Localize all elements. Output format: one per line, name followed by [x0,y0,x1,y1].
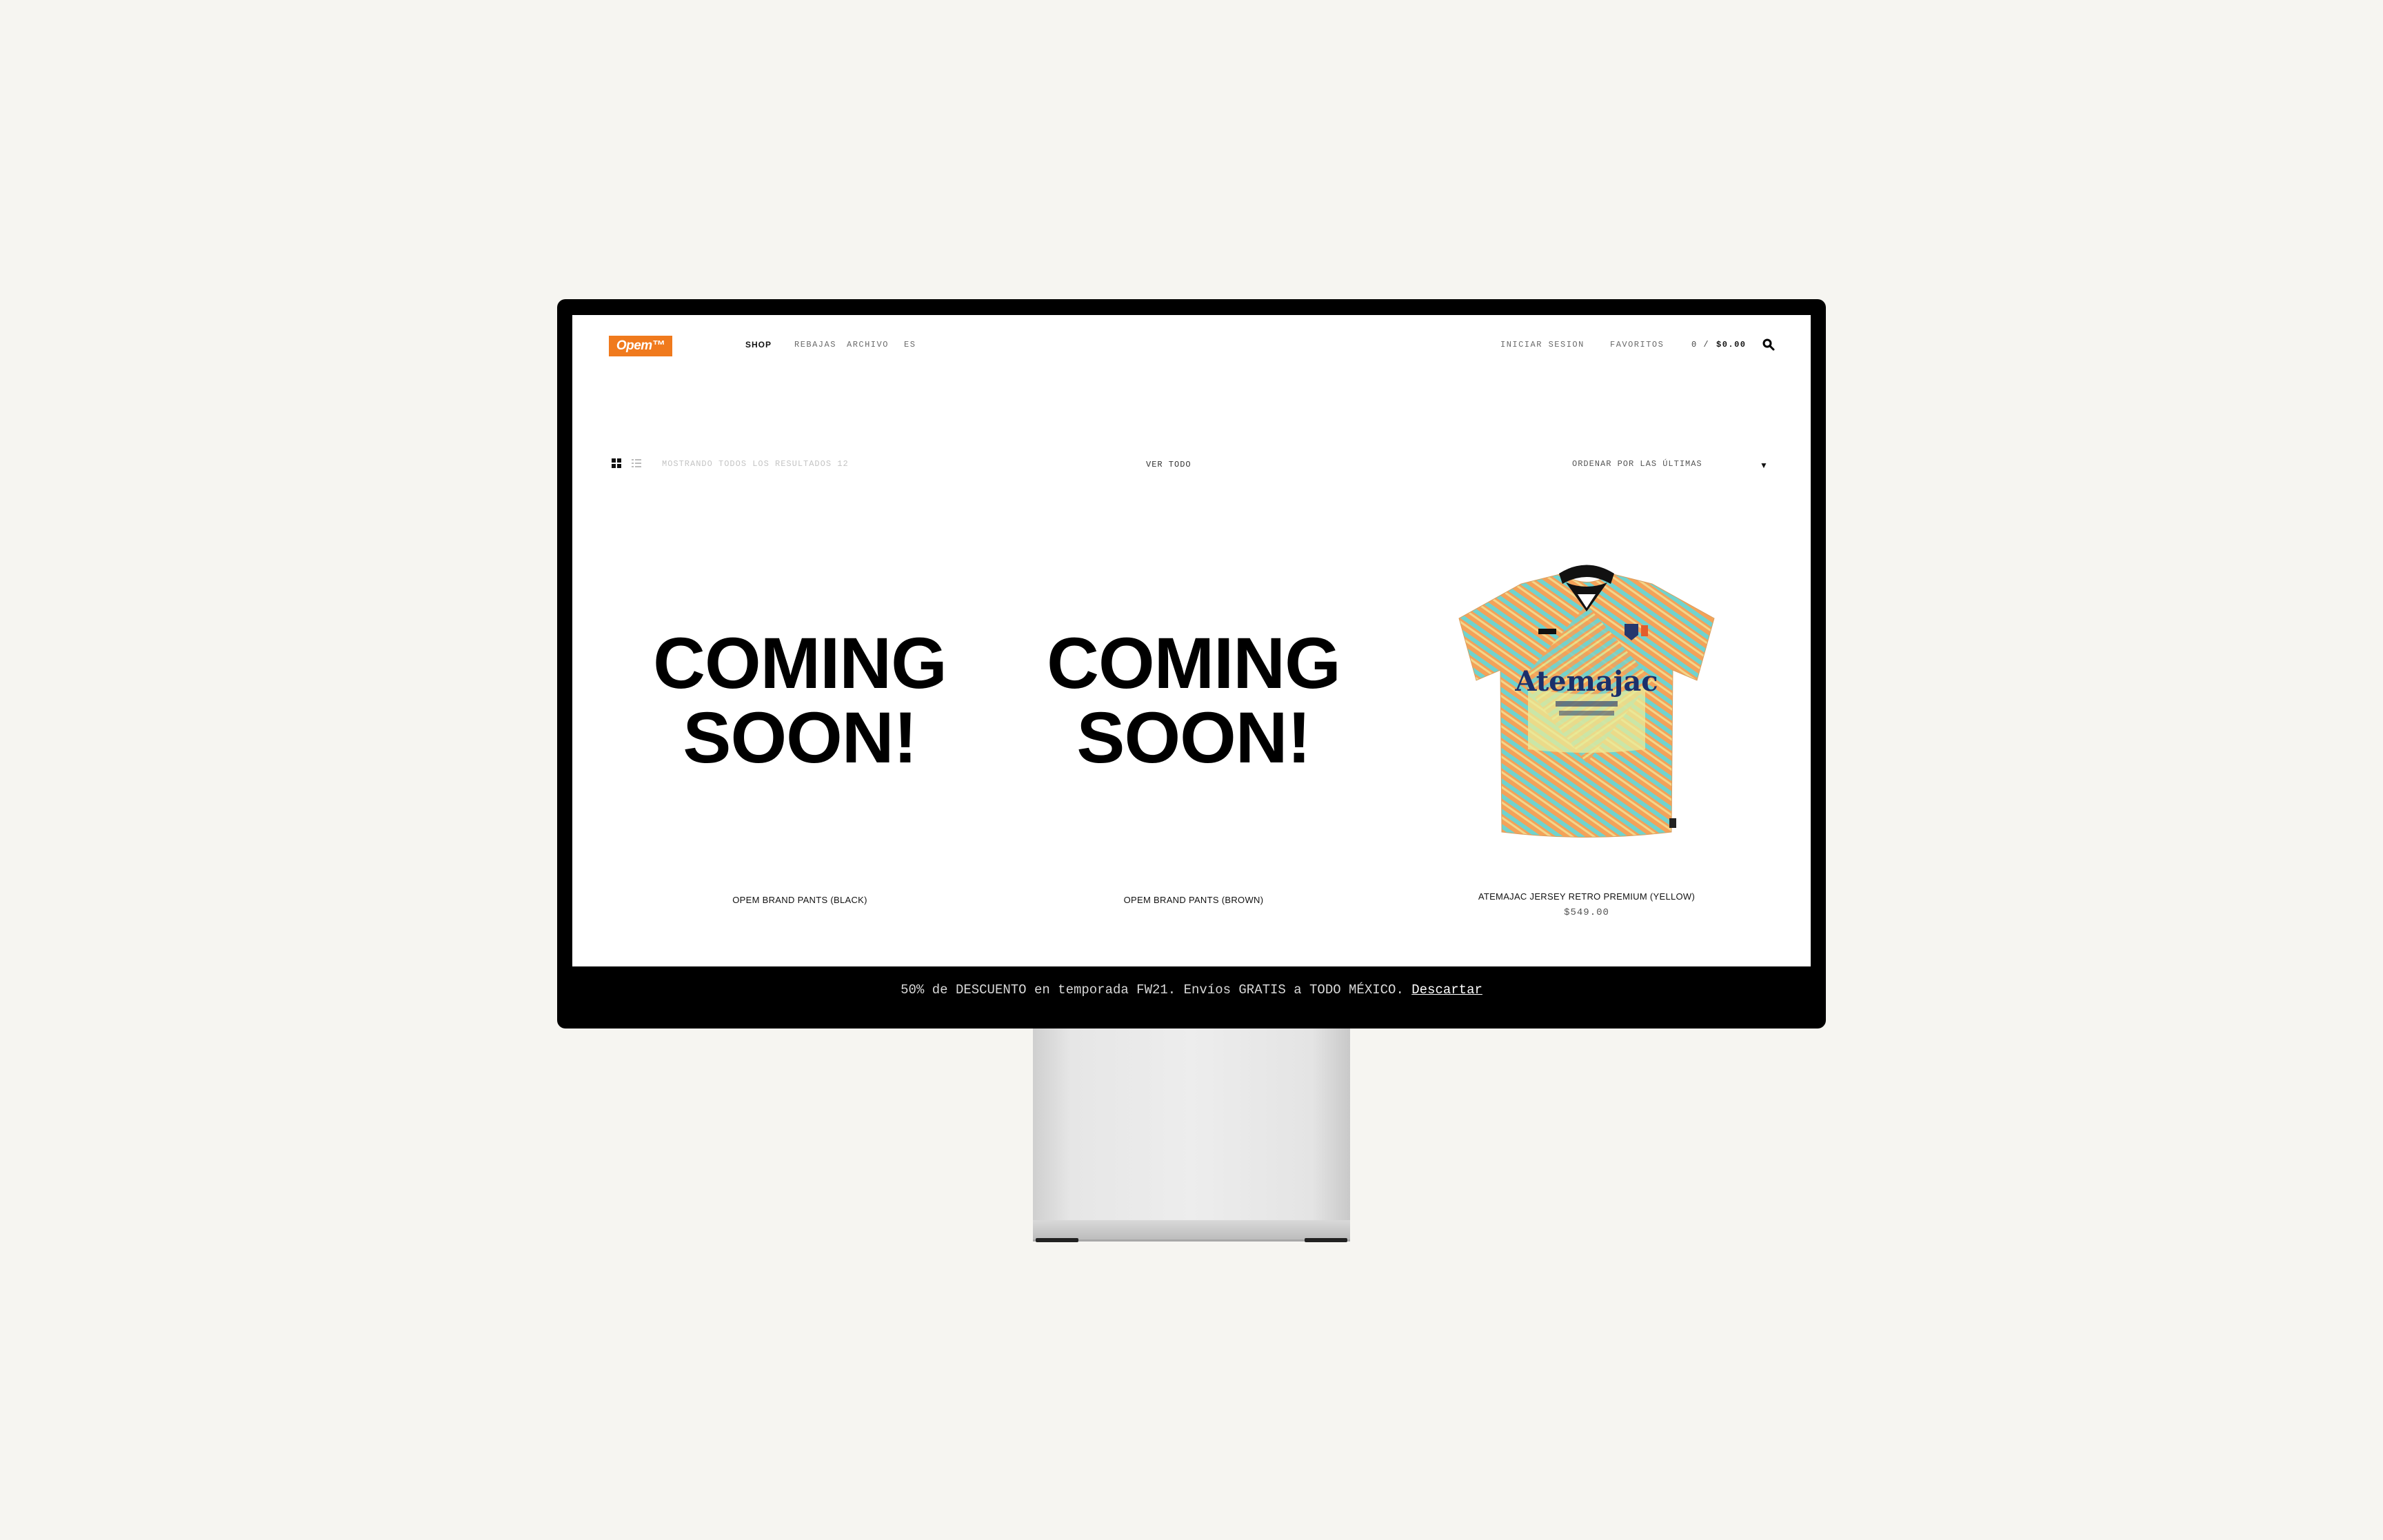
cart-total[interactable]: $0.00 [1716,340,1747,349]
list-view-icon[interactable] [632,458,641,468]
stand-foot-right [1305,1238,1347,1242]
coming-soon-placeholder: COMING SOON! [653,623,947,778]
grid-view-icon[interactable] [612,458,621,468]
results-count: MOSTRANDO TODOS LOS RESULTADOS 12 [662,459,849,469]
svg-text:Atemajac: Atemajac [1514,665,1658,698]
nav-archivo[interactable]: ARCHIVO [847,340,889,349]
shop-toolbar: MOSTRANDO TODOS LOS RESULTADOS 12 VER TO… [572,456,1811,477]
product-name[interactable]: OPEM BRAND PANTS (BLACK) [638,895,962,905]
product-card[interactable]: COMING SOON! OPEM BRAND PANTS (BROWN) [1032,543,1356,966]
filter-ver-todo[interactable]: VER TODO [1146,460,1192,469]
promo-text: 50% de DESCUENTO en temporada FW21. Enví… [901,982,1404,997]
top-nav: Opem™ SHOP REBAJAS ARCHIVO ES INICIAR SE… [572,315,1811,384]
login-link[interactable]: INICIAR SESION [1500,340,1585,349]
product-name[interactable]: OPEM BRAND PANTS (BROWN) [1032,895,1356,905]
sort-select[interactable]: ORDENAR POR LAS ÚLTIMAS [1572,459,1702,469]
nav-language[interactable]: ES [904,340,916,349]
chevron-down-icon[interactable]: ▼ [1760,460,1768,470]
nav-rebajas[interactable]: REBAJAS [794,340,836,349]
product-card[interactable]: Atemajac ATEMAJAC JERSEY RETRO PREMIUM (… [1425,543,1749,966]
browser-screen: Opem™ SHOP REBAJAS ARCHIVO ES INICIAR SE… [572,315,1811,966]
dismiss-link[interactable]: Descartar [1411,982,1482,997]
brand-logo[interactable]: Opem™ [609,336,672,356]
cart-count[interactable]: 0 / [1691,340,1709,349]
coming-soon-placeholder: COMING SOON! [1047,623,1341,778]
stand-foot-left [1036,1238,1078,1242]
favorites-link[interactable]: FAVORITOS [1610,340,1664,349]
monitor-frame: Opem™ SHOP REBAJAS ARCHIVO ES INICIAR SE… [557,299,1826,1029]
search-icon[interactable] [1762,338,1775,351]
product-card[interactable]: COMING SOON! OPEM BRAND PANTS (BLACK) [638,543,962,966]
monitor-stand [1033,1029,1350,1228]
jersey-image[interactable]: Atemajac [1425,543,1749,846]
monitor-stand-base [1033,1220,1350,1242]
promo-banner: 50% de DESCUENTO en temporada FW21. Enví… [557,966,1826,1013]
nav-shop[interactable]: SHOP [745,340,772,349]
product-price: $549.00 [1564,907,1609,918]
product-name[interactable]: ATEMAJAC JERSEY RETRO PREMIUM (YELLOW) [1425,891,1749,902]
